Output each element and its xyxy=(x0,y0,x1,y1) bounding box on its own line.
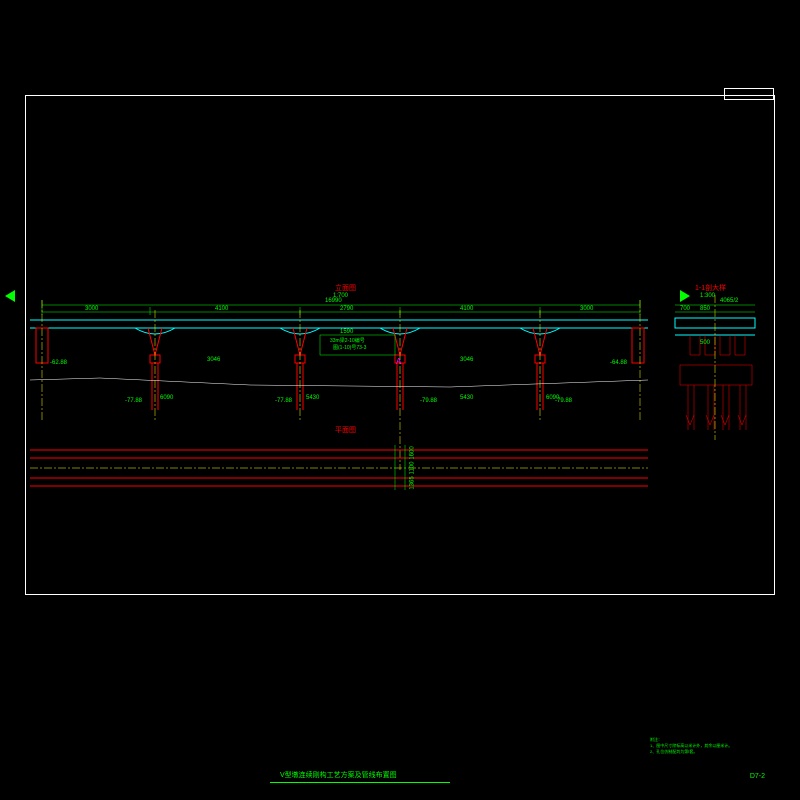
title-underline xyxy=(270,782,450,783)
span-0: 3000 xyxy=(85,306,98,312)
section-title: 1-1剖大样 xyxy=(695,283,726,293)
pier-h3: 6090 xyxy=(546,395,559,401)
elev-lt: -62.88 xyxy=(50,360,67,366)
span-3: 4100 xyxy=(460,306,473,312)
elev-lb: -77.88 xyxy=(125,398,142,404)
span-4: 3000 xyxy=(580,306,593,312)
deck-d1: 3046 xyxy=(207,357,220,363)
girder-box: 33m梁2-10编号 xyxy=(330,337,365,344)
section-A: A xyxy=(396,357,401,366)
note-1: 2、孔位仿制配判为第Ⅰ套。 xyxy=(650,749,770,755)
plan-d1: 1100 xyxy=(409,462,415,475)
plan-d0: 1600 xyxy=(410,446,416,459)
sect-d3: 500 xyxy=(700,340,710,346)
pier-h2: 5430 xyxy=(460,395,473,401)
girder-sub: 图(1-10)号73-3 xyxy=(333,344,366,351)
sect-d1: 850 xyxy=(700,306,710,312)
elev-rt: -64.88 xyxy=(610,360,627,366)
elev-m2: -79.88 xyxy=(420,398,437,404)
main-title: V型墩连续刚构工艺方案及管线布置图 xyxy=(280,770,397,780)
elevation-title: 立面图 xyxy=(335,283,356,293)
drawing-number: D7-2 xyxy=(750,773,765,780)
drawing-canvas xyxy=(0,0,800,800)
pier-h1: 5430 xyxy=(306,395,319,401)
sect-span: 4065/2 xyxy=(720,298,738,304)
total-span: 16990 xyxy=(325,298,342,304)
plan-title: 平面图 xyxy=(335,425,356,435)
deck-d1b: 3046 xyxy=(460,357,473,363)
elev-m1: -77.88 xyxy=(275,398,292,404)
span-1: 4100 xyxy=(215,306,228,312)
pier-h0: 6090 xyxy=(160,395,173,401)
sect-d0: 700 xyxy=(680,306,690,312)
plan-d2: 1365 xyxy=(410,476,416,489)
notes-block: 附注： 1、图中尺寸除标高以米计外，其余以厘米计。 2、孔位仿制配判为第Ⅰ套。 xyxy=(650,737,770,755)
section-scale: 1:300 xyxy=(700,293,715,299)
deck-d0: 1590 xyxy=(340,329,353,335)
span-2: 2790 xyxy=(340,306,353,312)
